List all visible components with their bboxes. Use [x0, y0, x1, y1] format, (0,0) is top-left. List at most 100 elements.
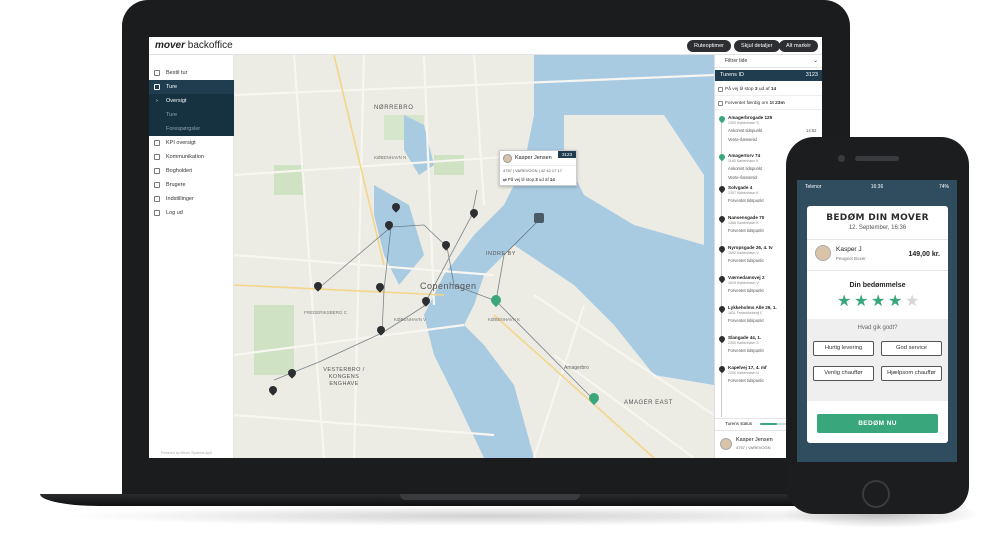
location-pin-icon [717, 304, 727, 314]
phone-screen: Telenor 16:36 74% BEDØM DIN MOVER 12. Se… [797, 180, 957, 462]
chip-helpful-driver[interactable]: Hjælpsom chauffør [881, 366, 942, 381]
map-view[interactable]: NØRREBRO KØBENHAVN N Copenhagen INDRE BY… [234, 55, 714, 458]
stop-address: Kapelvej 17, 4. mf [728, 365, 767, 370]
sidebar-item-logout[interactable]: Log ud [149, 206, 234, 220]
map-marker[interactable] [534, 213, 544, 223]
stop-time-label: Forventet tidspunkt [728, 198, 764, 203]
phone-home-button[interactable] [862, 480, 890, 508]
trip-price: 149,00 kr. [908, 251, 940, 258]
sidebar-item-communication[interactable]: Kommunikation [149, 150, 234, 164]
sidebar-item-overview[interactable]: › Oversigt [149, 94, 234, 108]
location-pin-icon [717, 214, 727, 224]
route-progress: På vej til stop 3 ud af 14 [715, 83, 822, 96]
map-label-kobenhavn-v: KØBENHAVN V [394, 317, 427, 322]
stop-zip: 1619 København V [728, 281, 759, 285]
submit-rating-button[interactable]: BEDØM NU [817, 414, 938, 433]
chip-friendly-driver[interactable]: Venlig chauffør [813, 366, 874, 381]
location-pin-icon [717, 244, 727, 254]
popup-route-id: 3123 [557, 151, 576, 158]
star-icon[interactable]: ★ [871, 293, 885, 311]
stop-time-label: Forventet tidspunkt [728, 318, 764, 323]
map-label-amagerbro: Amagerbro [564, 365, 589, 371]
sidebar-item-kpi[interactable]: KPI oversigt [149, 136, 234, 150]
chip-fast-delivery[interactable]: Hurtig levering [813, 341, 874, 356]
popup-driver-name: Kasper Jensen [515, 155, 552, 161]
optimize-route-button[interactable]: Ruteoptimer [687, 40, 731, 52]
sidebar-item-trips-list[interactable]: Ture [149, 108, 234, 122]
star-icon[interactable]: ★ [854, 293, 868, 311]
map-label-indre-by: INDRE BY [486, 251, 516, 257]
stop-address: Amagerbrogade 125 [728, 115, 773, 120]
clock-icon [154, 84, 160, 90]
stop-address: Lykkeholms Alle 29, 1. [728, 305, 777, 310]
stop-zip: 1160 København K [728, 159, 759, 163]
route-id: 3123 [805, 72, 818, 78]
map-label-vesterbro: VESTERBRO / KONGENS ENGHAVE [323, 367, 365, 387]
feedback-title: Hvad gik godt? [857, 325, 898, 331]
chevron-down-icon: ⌄ [812, 58, 818, 64]
gear-icon [154, 196, 160, 202]
sidebar-item-settings[interactable]: Indstillinger [149, 192, 234, 206]
avatar [720, 438, 732, 450]
stop-time-label: Forventet tidspunkt [728, 258, 764, 263]
document-icon [154, 168, 160, 174]
rating-title: Din bedømmelse [849, 282, 906, 289]
chart-icon [154, 140, 160, 146]
sidebar-item-book-trip[interactable]: Bestil tur [149, 66, 234, 80]
sidebar-item-trips[interactable]: Ture [149, 80, 234, 94]
sidebar-item-requests[interactable]: Forespørgsler [149, 122, 234, 136]
route-icon [718, 87, 723, 92]
phone-camera [838, 155, 845, 162]
filter-dropdown[interactable]: Filtrer tide ⌄ [715, 55, 822, 68]
map-label-kobenhavn-n: KØBENHAVN N [374, 155, 407, 160]
stop-address: Solvgade 4 [728, 185, 753, 190]
park [434, 155, 464, 175]
stop-time-label: Ankomst tidspunkt 14:52 [728, 128, 817, 133]
stop-time-label: Forventet tidspunkt [728, 228, 764, 233]
driver-popup[interactable]: Kasper Jensen 3123 4757 | VAREVOGN | 42 … [499, 150, 577, 186]
driver-name: Kasper Jensen [736, 437, 773, 443]
select-all-button[interactable]: Alt markér [779, 40, 819, 52]
stop-time-label: Forventet tidspunkt [728, 288, 764, 293]
park [274, 165, 304, 195]
sidebar-item-accounting[interactable]: Bogholderi [149, 164, 234, 178]
stop-zip: 2300 København S [728, 341, 759, 345]
stop-address: Slangade 44, 1. [728, 335, 762, 340]
location-pin-icon [717, 334, 727, 344]
driver-vehicle: Peugeot Boxer [836, 256, 866, 261]
star-icon[interactable]: ★ [888, 293, 902, 311]
stop-zip: 2200 København N [728, 371, 759, 375]
map-label-city: Copenhagen [420, 281, 477, 291]
sidebar-item-users[interactable]: Brugere [149, 178, 234, 192]
hide-details-button[interactable]: Skjul detaljer [734, 40, 780, 52]
star-icon[interactable]: ★ [837, 293, 851, 311]
route-eta: Forventet færdig om 1t 23m [715, 97, 822, 110]
location-pin-icon [717, 184, 727, 194]
park [254, 305, 294, 375]
popup-header: Kasper Jensen 3123 [500, 151, 576, 166]
location-pin-icon [717, 274, 727, 284]
location-pin-icon [717, 364, 727, 374]
stop-time-label: Forventet tidspunkt [728, 378, 764, 383]
stop-zip: 1307 København K [728, 191, 759, 195]
status-progress-fill [760, 423, 778, 425]
laptop-screen: mover backoffice Ruteoptimer Skjul detal… [149, 37, 822, 458]
truck-icon [718, 101, 723, 106]
chip-good-service[interactable]: God service [881, 341, 942, 356]
star-icon[interactable]: ★ [905, 293, 919, 311]
card-title: BEDØM DIN MOVER [826, 213, 929, 223]
trip-date: 12. September, 16:36 [848, 225, 907, 231]
sidebar-footer: Powered by Mover Systems ApS [161, 451, 212, 455]
popup-progress: ⇄ På vej til stop 3 ud af 14 [503, 177, 555, 182]
phone-speaker [855, 156, 899, 161]
divider [807, 239, 948, 240]
stop-wait-label: Vente-/læssetid [728, 175, 757, 180]
stop-time-label: Ankomst tidspunkt [728, 166, 763, 171]
map-label-amager-east: AMAGER EAST [624, 400, 673, 406]
chevron-right-icon: › [156, 98, 158, 104]
app-logo: mover backoffice [155, 40, 233, 51]
star-rating[interactable]: ★ ★ ★ ★ ★ [837, 293, 922, 311]
stop-wait-label: Vente-/læssetid [728, 137, 757, 142]
laptop-notch [400, 494, 580, 500]
phone-time: 16:36 [870, 184, 884, 190]
